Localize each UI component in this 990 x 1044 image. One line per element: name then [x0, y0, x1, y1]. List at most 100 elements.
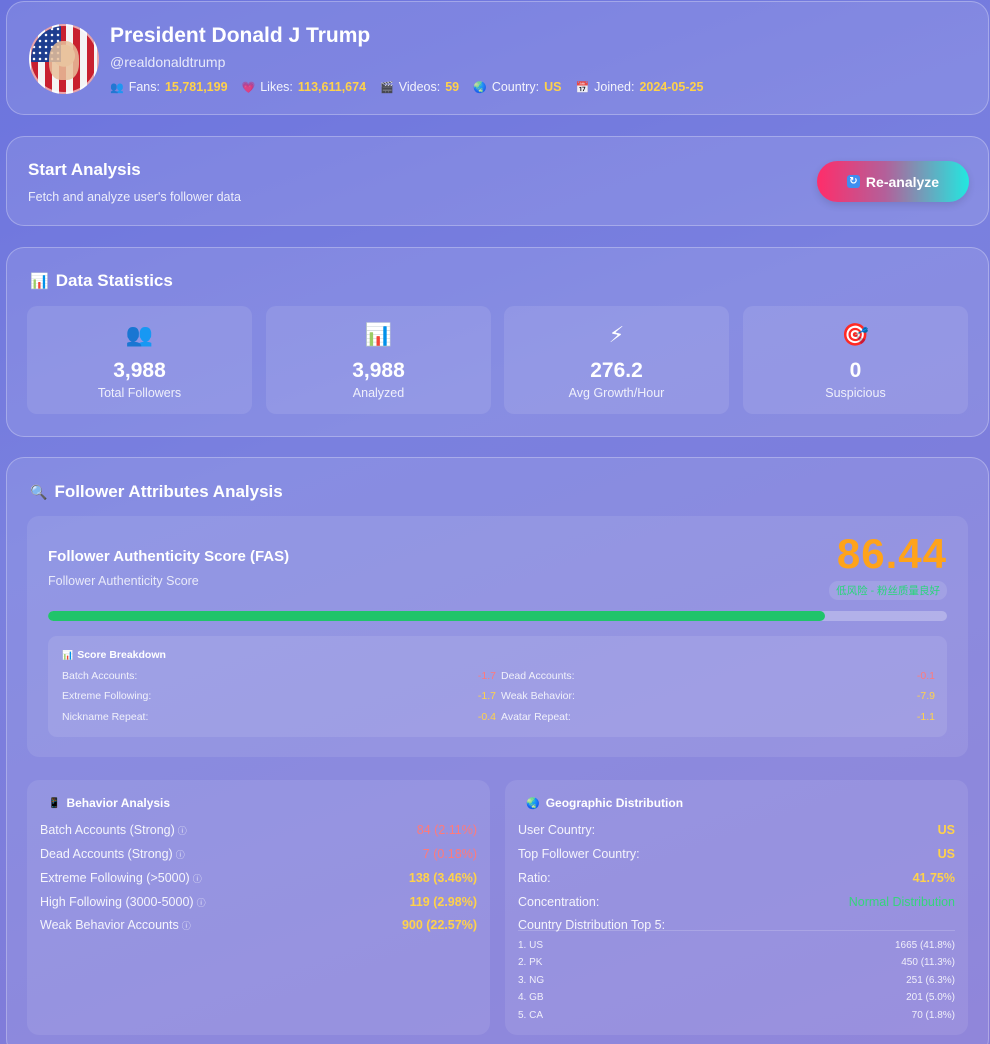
- people-icon: 👥: [125, 322, 154, 347]
- behavior-value: 7 (0.18%): [422, 847, 477, 861]
- stat-avg-growth: ⚡ 276.2 Avg Growth/Hour: [504, 306, 729, 414]
- country-row: 2. PK 450 (11.3%): [518, 957, 955, 968]
- country-count: 450 (11.3%): [901, 957, 955, 968]
- people-icon: 👥: [110, 81, 124, 94]
- behavior-row: Batch Accounts (Strong) ⓘ 84 (2.11%): [40, 823, 477, 837]
- profile-card: President Donald J Trump @realdonaldtrum…: [6, 1, 989, 115]
- behavior-label: High Following (3000-5000) ⓘ: [40, 895, 206, 909]
- data-statistics-card: 📊 Data Statistics 👥 3,988 Total Follower…: [6, 247, 989, 437]
- re-analyze-button[interactable]: ↻ Re-analyze: [817, 161, 969, 202]
- breakdown-label: Extreme Following:: [62, 690, 152, 702]
- stat-suspicious: 🎯 0 Suspicious: [743, 306, 968, 414]
- country-rank: 4. GB: [518, 992, 544, 1003]
- behavior-label-text: Extreme Following (>5000): [40, 871, 190, 885]
- geographic-distribution-title: Geographic Distribution: [545, 796, 684, 810]
- profile-stats: 👥 Fans: 15,781,199 💗 Likes: 113,611,674 …: [110, 80, 703, 94]
- refresh-icon: ↻: [846, 175, 860, 188]
- fas-panel: Follower Authenticity Score (FAS) Follow…: [27, 516, 968, 757]
- profile-name: President Donald J Trump: [110, 24, 371, 47]
- geo-row: Ratio: 41.75%: [518, 871, 955, 885]
- stat-value: 276.2: [590, 359, 643, 382]
- stat-label: Total Followers: [97, 386, 182, 400]
- country-count: 251 (6.3%): [906, 975, 955, 986]
- videos-stat: 🎬 Videos: 59: [380, 80, 459, 94]
- country-row: 3. NG 251 (6.3%): [518, 975, 955, 986]
- breakdown-row: Extreme Following: -1.7: [62, 690, 496, 702]
- magnifier-icon: 🔍: [30, 483, 48, 500]
- divider: [518, 930, 955, 931]
- data-statistics-title: Data Statistics: [55, 271, 173, 290]
- lightning-icon: ⚡: [608, 322, 625, 347]
- geo-value: Normal Distribution: [848, 895, 955, 909]
- breakdown-row: Dead Accounts: -0.1: [501, 670, 935, 682]
- re-analyze-label: Re-analyze: [865, 173, 940, 190]
- geo-value: US: [937, 847, 955, 861]
- score-breakdown-heading: 📊 Score Breakdown: [62, 649, 166, 661]
- behavior-row: Weak Behavior Accounts ⓘ 900 (22.57%): [40, 918, 477, 932]
- bar-chart-icon: 📊: [62, 649, 74, 660]
- info-icon[interactable]: ⓘ: [176, 850, 185, 860]
- likes-label: Likes:: [260, 80, 293, 94]
- likes-stat: 💗 Likes: 113,611,674: [242, 80, 367, 94]
- breakdown-label: Avatar Repeat:: [501, 711, 571, 723]
- calendar-icon: 📅: [575, 81, 590, 94]
- behavior-label: Batch Accounts (Strong) ⓘ: [40, 823, 187, 837]
- info-icon[interactable]: ⓘ: [197, 898, 206, 908]
- geo-label: User Country:: [518, 823, 596, 837]
- breakdown-value: -7.9: [916, 690, 935, 702]
- behavior-value: 84 (2.11%): [416, 823, 477, 837]
- stat-label: Suspicious: [825, 386, 886, 400]
- info-icon[interactable]: ⓘ: [178, 826, 187, 836]
- country-rank: 1. US: [518, 940, 544, 951]
- breakdown-label: Dead Accounts:: [501, 670, 575, 682]
- follower-attributes-title: Follower Attributes Analysis: [54, 482, 283, 501]
- phone-icon: 📱: [48, 797, 61, 809]
- breakdown-label: Batch Accounts:: [62, 670, 138, 682]
- target-icon: 🎯: [841, 322, 870, 347]
- stat-analyzed: 📊 3,988 Analyzed: [266, 306, 491, 414]
- behavior-analysis-title: Behavior Analysis: [66, 796, 171, 810]
- breakdown-value: -0.1: [916, 670, 935, 682]
- geographic-distribution-heading: 🌏 Geographic Distribution: [526, 796, 683, 810]
- geo-label: Ratio:: [518, 871, 551, 885]
- behavior-row: Dead Accounts (Strong) ⓘ 7 (0.18%): [40, 847, 477, 861]
- behavior-row: Extreme Following (>5000) ⓘ 138 (3.46%): [40, 871, 477, 885]
- behavior-row: High Following (3000-5000) ⓘ 119 (2.98%): [40, 895, 477, 909]
- stat-total-followers: 👥 3,988 Total Followers: [27, 306, 252, 414]
- country-count: 70 (1.8%): [911, 1010, 955, 1021]
- behavior-label-text: High Following (3000-5000): [40, 895, 194, 909]
- country-label: Country:: [491, 80, 540, 94]
- data-statistics-heading: 📊 Data Statistics: [30, 271, 173, 291]
- info-icon[interactable]: ⓘ: [182, 921, 191, 931]
- geographic-distribution-panel: 🌏 Geographic Distribution User Country: …: [505, 780, 968, 1035]
- breakdown-row: Avatar Repeat: -1.1: [501, 711, 935, 723]
- videos-label: Videos:: [398, 80, 441, 94]
- globe-icon: 🌏: [473, 81, 487, 94]
- fas-score: 86.44: [836, 530, 947, 577]
- likes-value: 113,611,674: [297, 80, 367, 94]
- breakdown-value: -1.7: [477, 690, 496, 702]
- stat-value: 0: [849, 359, 862, 382]
- behavior-label: Weak Behavior Accounts ⓘ: [40, 918, 191, 932]
- geo-row: Concentration: Normal Distribution: [518, 895, 955, 909]
- breakdown-label: Nickname Repeat:: [62, 711, 149, 723]
- country-row: 5. CA 70 (1.8%): [518, 1010, 955, 1021]
- behavior-label: Extreme Following (>5000) ⓘ: [40, 871, 202, 885]
- fas-subtitle: Follower Authenticity Score: [48, 574, 199, 588]
- behavior-label-text: Batch Accounts (Strong): [40, 823, 175, 837]
- info-icon[interactable]: ⓘ: [193, 874, 202, 884]
- country-count: 201 (5.0%): [906, 992, 955, 1003]
- fans-stat: 👥 Fans: 15,781,199: [110, 80, 228, 94]
- fas-title: Follower Authenticity Score (FAS): [48, 548, 290, 565]
- avatar[interactable]: [29, 24, 99, 94]
- joined-stat: 📅 Joined: 2024-05-25: [575, 80, 703, 94]
- behavior-value: 119 (2.98%): [409, 895, 477, 909]
- heart-icon: 💗: [241, 81, 256, 94]
- score-breakdown: 📊 Score Breakdown Batch Accounts: -1.7 E…: [48, 636, 947, 737]
- breakdown-value: -1.7: [477, 670, 496, 682]
- risk-badge: 低风险 - 粉丝质量良好: [829, 581, 947, 600]
- fas-progress-fill: [48, 611, 826, 621]
- start-analysis-card: Start Analysis Fetch and analyze user's …: [6, 136, 989, 226]
- bar-chart-icon: 📊: [30, 273, 49, 290]
- start-analysis-subtitle: Fetch and analyze user's follower data: [28, 190, 241, 204]
